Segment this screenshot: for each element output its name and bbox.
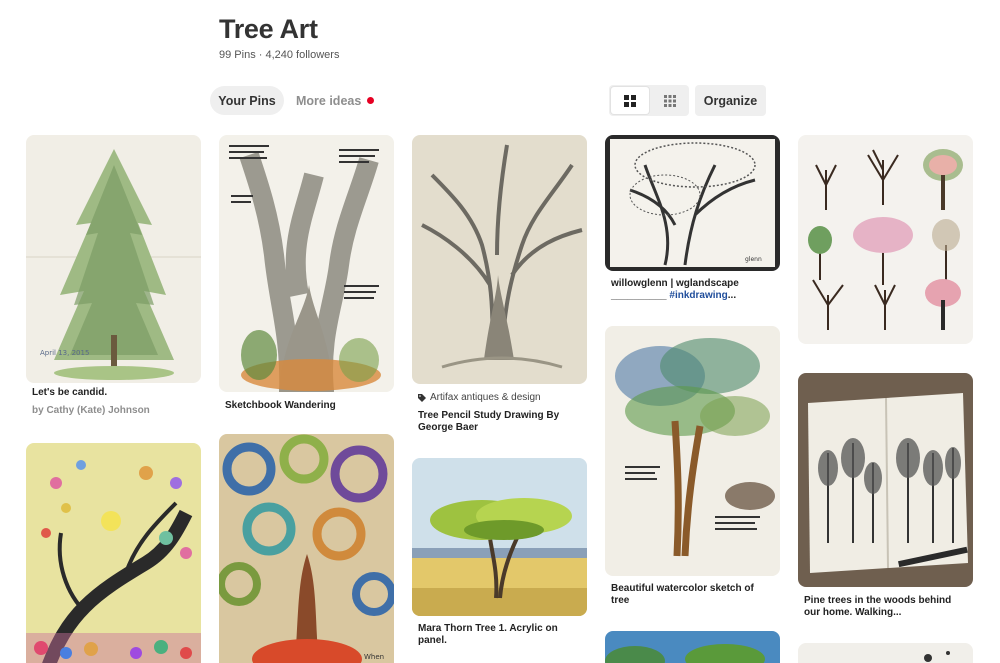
tab-label: Your Pins [218,93,276,108]
tab-your-pins[interactable]: Your Pins [210,86,284,115]
pin-image[interactable] [605,631,780,663]
tab-label: More ideas [296,93,362,108]
board-header: Tree Art 99 Pins · 4,240 followers [219,14,339,61]
pin-caption: Tree Pencil Study Drawing By George Baer [418,410,560,433]
pin-image[interactable]: glenn [605,135,780,271]
svg-text:When: When [364,653,384,661]
pin-source-label: Artifax antiques & design [430,392,541,403]
organize-button[interactable]: Organize [695,85,766,116]
pin-caption-underline: __________ [611,290,670,301]
pin-caption: Pine trees in the woods behind our home.… [804,595,952,618]
pin-card[interactable]: Mara Thorn Tree 1. Acrylic on panel. [412,458,587,647]
view-compact-button[interactable] [651,85,689,116]
pin-image[interactable] [412,458,587,616]
pin-image[interactable] [412,135,587,384]
hashtag-link[interactable]: #inkdrawing [669,290,727,301]
tag-icon [418,393,426,402]
organize-label: Organize [703,93,758,108]
grid-compact-icon [664,94,676,107]
pin-image[interactable]: April 13, 2015 [26,135,201,383]
pin-image[interactable] [219,135,394,392]
pin-image[interactable]: When [219,434,394,663]
pin-card[interactable] [798,135,973,344]
pin-caption: Beautiful watercolor sketch of tree [611,583,754,606]
pin-card[interactable]: When [219,434,394,663]
tab-more-ideas[interactable]: More ideas [290,86,380,115]
pin-caption-ellipsis: ... [727,290,737,301]
pin-caption: Sketchbook Wandering [225,400,336,411]
pin-card[interactable] [26,443,201,663]
pin-caption: Mara Thorn Tree 1. Acrylic on panel. [418,623,558,646]
pin-image[interactable] [798,373,973,587]
notification-dot [367,97,375,104]
pin-caption: Let's be candid. [32,387,108,398]
pin-card[interactable]: April 13, 2015 Let's be candid. by Cathy… [26,135,201,416]
pin-card[interactable]: glenn willowglenn | wglandscape ________… [605,135,780,302]
pin-card[interactable]: Beautiful watercolor sketch of tree [605,326,780,607]
svg-text:April 13, 2015: April 13, 2015 [40,349,89,357]
pin-card[interactable] [605,631,780,663]
pin-source[interactable]: Artifax antiques & design [412,392,587,403]
grid-large-icon [624,94,636,107]
pin-card[interactable] [798,643,973,663]
pin-card[interactable]: Sketchbook Wandering [219,135,394,412]
board-title: Tree Art [219,14,318,44]
pin-card[interactable]: Pine trees in the woods behind our home.… [798,373,973,619]
svg-text:glenn: glenn [745,256,762,263]
view-toggle [609,85,689,116]
pin-image[interactable] [605,326,780,576]
pin-caption: willowglenn | wglandscape __________ #in… [605,278,780,302]
pin-card[interactable]: Artifax antiques & design Tree Pencil St… [412,135,587,434]
pin-image[interactable] [26,443,201,663]
pin-caption-line: willowglenn | wglandscape [611,278,739,289]
board-meta: 99 Pins · 4,240 followers [219,49,340,61]
pin-image[interactable] [798,643,973,663]
pin-image[interactable] [798,135,973,344]
pin-author: by Cathy (Kate) Johnson [32,405,150,416]
view-large-button[interactable] [611,87,649,114]
